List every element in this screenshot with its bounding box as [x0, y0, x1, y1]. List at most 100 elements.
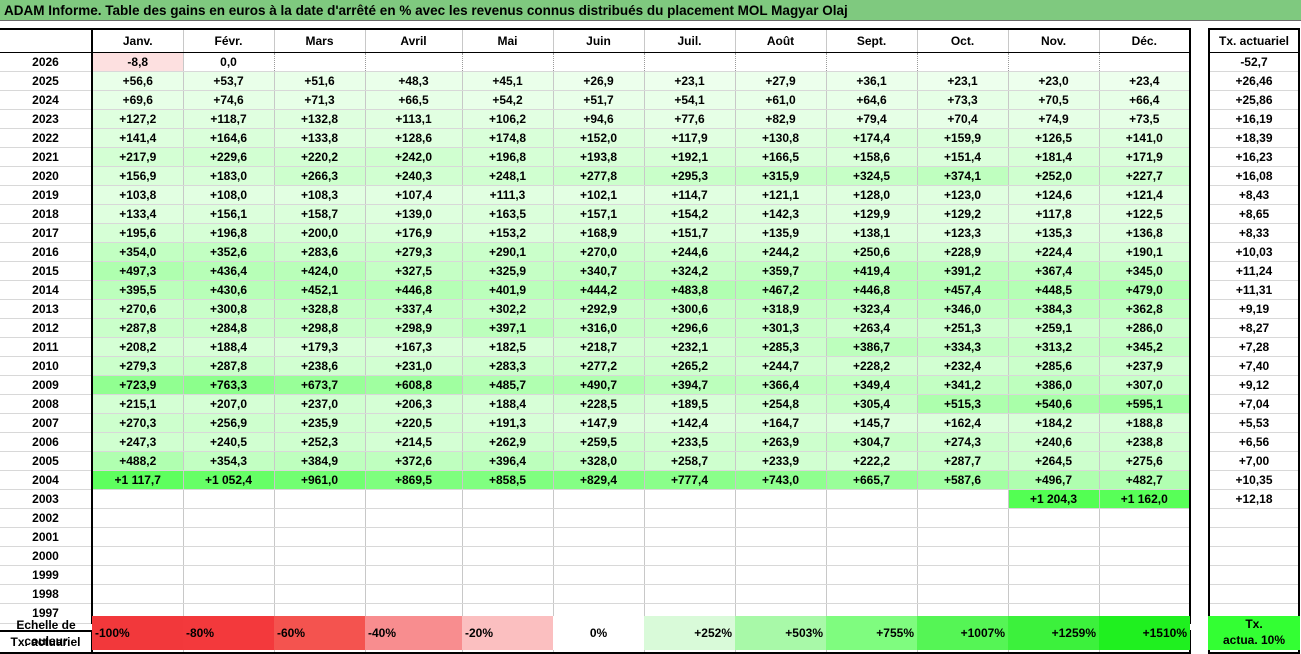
- side-header-row: Tx. actuariel: [1208, 28, 1300, 53]
- table-row: 2025 +56,6 +53,7 +51,6 +48,3 +45,1 +26,9 +23,1 +…: [0, 71, 1191, 91]
- gain-cell: [643, 52, 735, 72]
- month-header: Oct.: [916, 28, 1008, 53]
- gain-cell: [461, 584, 553, 604]
- gain-cell: [91, 489, 183, 509]
- table-row: 2001: [0, 527, 1191, 547]
- gain-cell: +325,9: [461, 261, 553, 281]
- gain-cell: +341,2: [916, 375, 1008, 395]
- gain-cell: [552, 584, 644, 604]
- side-rate-cell: +8,65: [1208, 204, 1300, 224]
- gain-cell: [734, 565, 826, 585]
- gain-cell: +316,0: [552, 318, 644, 338]
- row-year: 2013: [0, 299, 92, 319]
- gain-cell: +231,0: [364, 356, 462, 376]
- gain-cell: +133,8: [273, 128, 365, 148]
- side-row: +16,19: [1208, 109, 1300, 129]
- gain-cell: +515,3: [916, 394, 1008, 414]
- gain-cell: +196,8: [182, 223, 274, 243]
- report-title: ADAM Informe. Table des gains en euros à…: [0, 0, 1301, 21]
- gain-cell: [364, 546, 462, 566]
- gains-table: Janv. Févr. Mars Avril Mai Juin Juil. Août Sept.…: [0, 28, 1191, 654]
- gain-cell: +142,3: [734, 204, 826, 224]
- gain-cell: +743,0: [734, 470, 826, 490]
- side-row: -52,7: [1208, 52, 1300, 72]
- table-row: 2022 +141,4 +164,6 +133,8 +128,6 +174,8 +152,0…: [0, 128, 1191, 148]
- gain-cell: +259,5: [552, 432, 644, 452]
- gain-cell: +138,1: [825, 223, 917, 243]
- gain-cell: [182, 584, 274, 604]
- gain-cell: [1098, 508, 1191, 528]
- gain-cell: [734, 52, 826, 72]
- gain-cell: +189,5: [643, 394, 735, 414]
- gain-cell: +496,7: [1007, 470, 1099, 490]
- side-scale-line1: Tx.: [1245, 617, 1263, 631]
- side-rate-cell: +6,56: [1208, 432, 1300, 452]
- side-row: +7,28: [1208, 337, 1300, 357]
- gain-cell: +266,3: [273, 166, 365, 186]
- gain-cell: +277,8: [552, 166, 644, 186]
- gain-cell: [91, 508, 183, 528]
- gain-cell: +174,4: [825, 128, 917, 148]
- table-row: 2017 +195,6 +196,8 +200,0 +176,9 +153,2 +168,9…: [0, 223, 1191, 243]
- side-rate-cell: +10,35: [1208, 470, 1300, 490]
- side-rate-cell: +16,19: [1208, 109, 1300, 129]
- gain-cell: [734, 508, 826, 528]
- gain-cell: +424,0: [273, 261, 365, 281]
- gain-cell: +207,0: [182, 394, 274, 414]
- gain-cell: +763,3: [182, 375, 274, 395]
- gain-cell: +153,2: [461, 223, 553, 243]
- gain-cell: +135,9: [734, 223, 826, 243]
- gain-cell: +70,4: [916, 109, 1008, 129]
- gain-cell: +139,0: [364, 204, 462, 224]
- row-year: 2005: [0, 451, 92, 471]
- gain-cell: +163,5: [461, 204, 553, 224]
- row-year: 2025: [0, 71, 92, 91]
- side-rate-cell: +7,00: [1208, 451, 1300, 471]
- gain-cell: +284,8: [182, 318, 274, 338]
- gain-cell: +315,9: [734, 166, 826, 186]
- side-scale-swatch: Tx. actua. 10%: [1208, 616, 1300, 650]
- gain-cell: +237,9: [1098, 356, 1191, 376]
- gain-cell: +240,5: [182, 432, 274, 452]
- gain-cell: +270,6: [91, 299, 183, 319]
- gain-cell: +73,5: [1098, 109, 1191, 129]
- gain-cell: +1 162,0: [1098, 489, 1191, 509]
- gain-cell: +122,5: [1098, 204, 1191, 224]
- side-rate-cell: [1208, 527, 1300, 547]
- gain-cell: +302,2: [461, 299, 553, 319]
- gain-cell: +386,7: [825, 337, 917, 357]
- gain-cell: +108,3: [273, 185, 365, 205]
- gain-cell: +252,3: [273, 432, 365, 452]
- gain-cell: +228,5: [552, 394, 644, 414]
- gain-cell: +467,2: [734, 280, 826, 300]
- gain-cell: +141,0: [1098, 128, 1191, 148]
- gain-cell: +232,4: [916, 356, 1008, 376]
- gain-cell: [461, 565, 553, 585]
- side-row: +16,08: [1208, 166, 1300, 186]
- gain-cell: [1007, 52, 1099, 72]
- gain-cell: +275,6: [1098, 451, 1191, 471]
- gain-cell: +242,0: [364, 147, 462, 167]
- gain-cell: +384,3: [1007, 299, 1099, 319]
- gain-cell: +346,0: [916, 299, 1008, 319]
- gain-cell: +286,0: [1098, 318, 1191, 338]
- gain-cell: +51,6: [273, 71, 365, 91]
- gain-cell: [182, 546, 274, 566]
- gain-cell: +206,3: [364, 394, 462, 414]
- gain-cell: +123,0: [916, 185, 1008, 205]
- gain-cell: +287,7: [916, 451, 1008, 471]
- gain-cell: [734, 546, 826, 566]
- gain-cell: +82,9: [734, 109, 826, 129]
- gain-cell: +270,3: [91, 413, 183, 433]
- side-row: +12,18: [1208, 489, 1300, 509]
- table-row: 2021 +217,9 +229,6 +220,2 +242,0 +196,8 +193,8…: [0, 147, 1191, 167]
- gain-cell: +262,9: [461, 432, 553, 452]
- gain-cell: +858,5: [461, 470, 553, 490]
- gain-cell: +264,5: [1007, 451, 1099, 471]
- gain-cell: +128,6: [364, 128, 462, 148]
- gain-cell: [825, 565, 917, 585]
- gain-cell: +156,1: [182, 204, 274, 224]
- side-rate-cell: +8,27: [1208, 318, 1300, 338]
- gain-cell: +238,6: [273, 356, 365, 376]
- gain-cell: [825, 508, 917, 528]
